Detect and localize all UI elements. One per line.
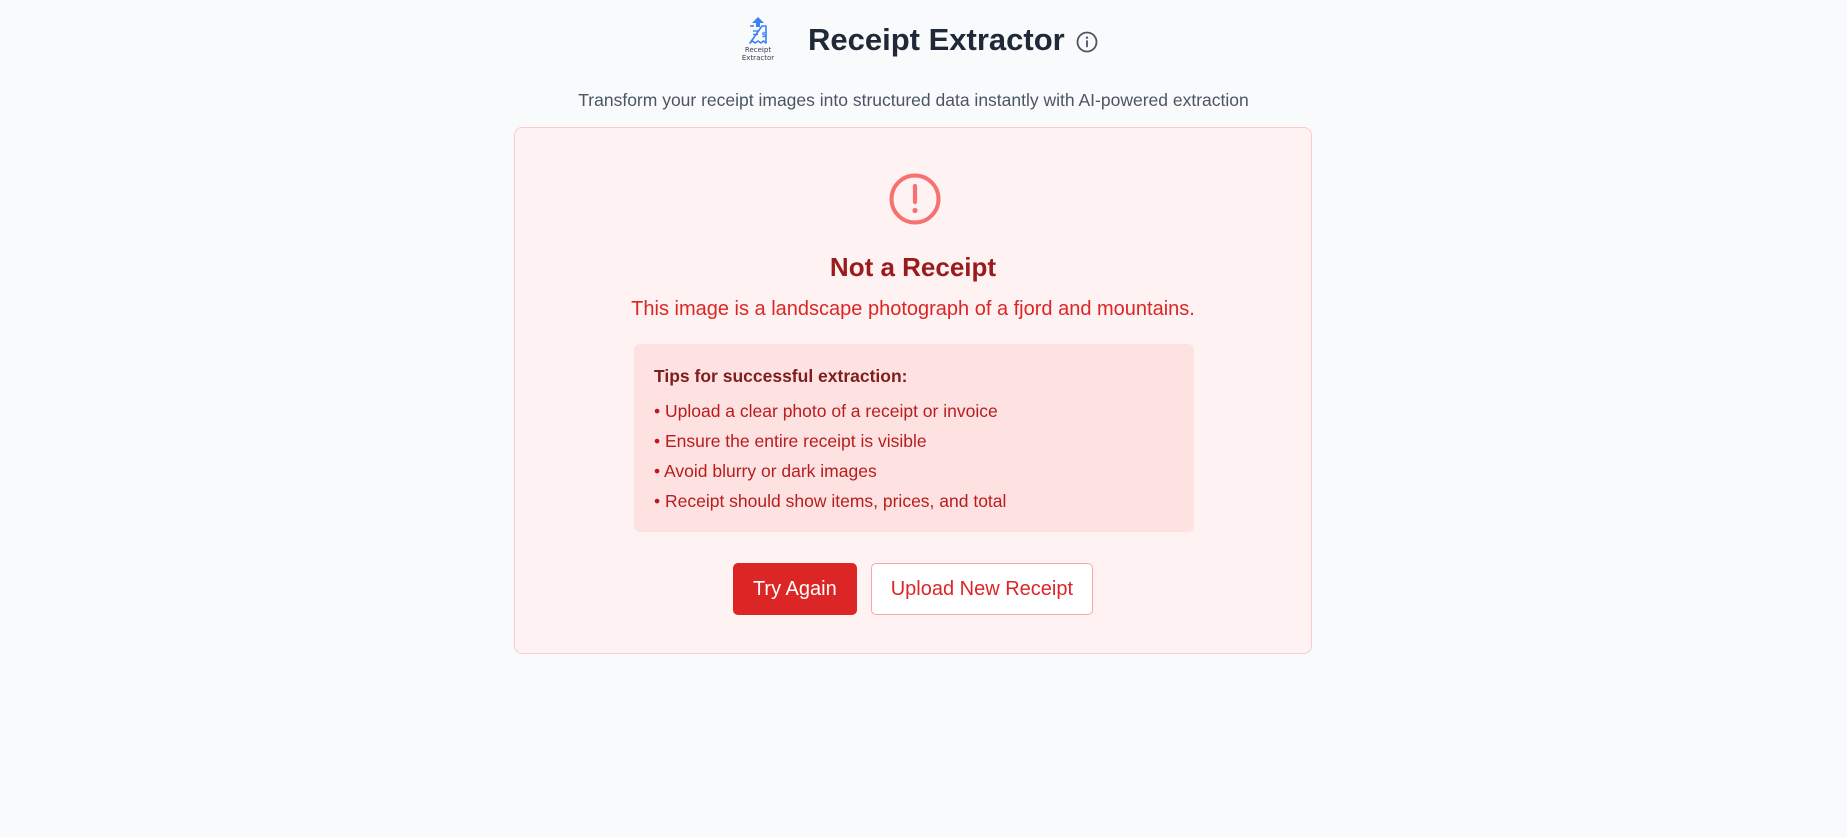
try-again-button[interactable]: Try Again <box>732 563 857 615</box>
error-message: This image is a landscape photograph of … <box>631 298 1195 320</box>
error-card: Not a Receipt This image is a landscape … <box>514 127 1312 654</box>
error-title: Not a Receipt <box>829 252 997 282</box>
upload-new-receipt-button[interactable]: Upload New Receipt <box>870 563 1094 615</box>
tip-item: • Receipt should show items, prices, and… <box>654 491 1007 511</box>
svg-text:$: $ <box>762 31 767 39</box>
app-logo[interactable]: $ Receipt Extractor <box>740 16 776 66</box>
alert-circle-icon <box>889 173 941 225</box>
tip-item: • Avoid blurry or dark images <box>654 461 877 481</box>
page-title: Receipt Extractor <box>808 22 1065 57</box>
info-circle-icon <box>1076 31 1098 53</box>
info-button[interactable] <box>1075 30 1099 54</box>
tips-list: • Upload a clear photo of a receipt or i… <box>654 398 1174 518</box>
tips-title: Tips for successful extraction: <box>654 366 908 386</box>
app-header: $ Receipt Extractor Receipt Extractor <box>0 16 1847 68</box>
tip-item: • Upload a clear photo of a receipt or i… <box>654 401 998 421</box>
tips-box: Tips for successful extraction: • Upload… <box>634 344 1194 532</box>
receipt-upload-icon: $ <box>749 17 767 44</box>
action-buttons: Try Again Upload New Receipt <box>515 563 1311 615</box>
logo-text-line2: Extractor <box>741 54 775 62</box>
tip-item: • Ensure the entire receipt is visible <box>654 431 927 451</box>
page-subtitle: Transform your receipt images into struc… <box>578 90 1249 110</box>
logo-text-line1: Receipt <box>744 46 772 54</box>
